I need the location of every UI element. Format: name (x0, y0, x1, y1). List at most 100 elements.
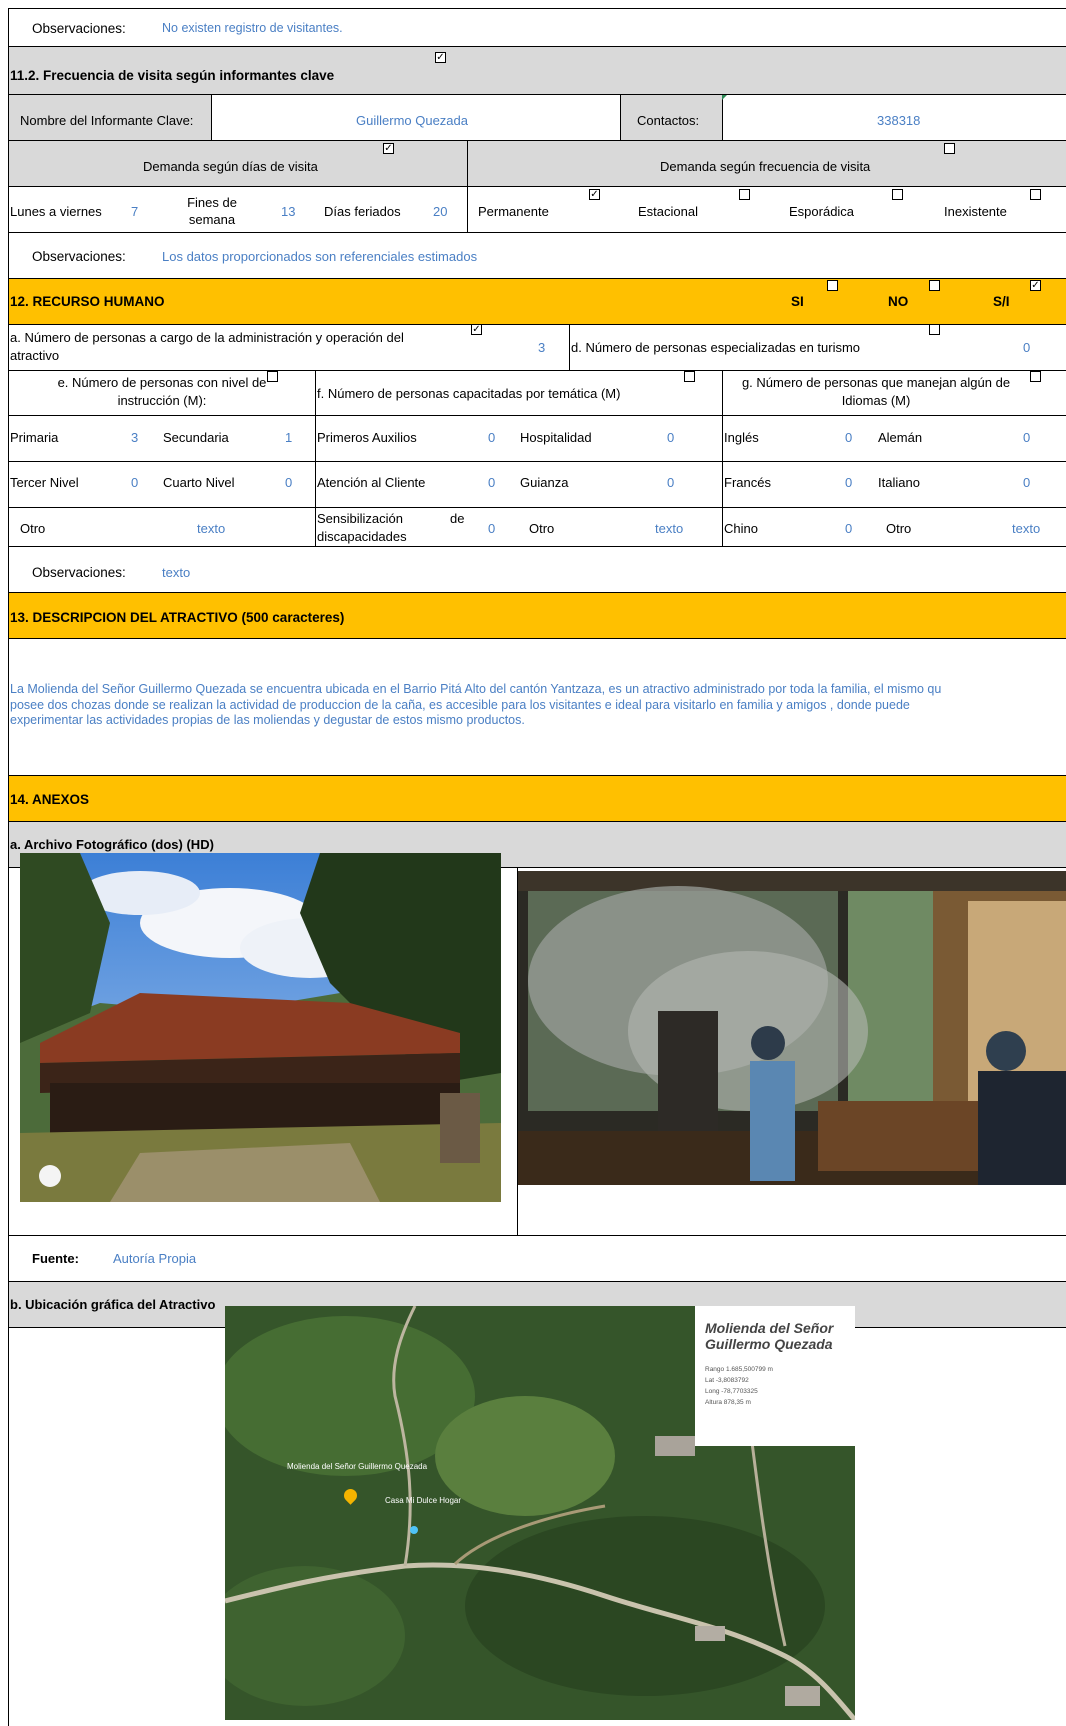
map-card-title-2: Guillermo Quezada (705, 1336, 833, 1352)
a-value: 3 (538, 340, 546, 355)
fuente-label: Fuente: (32, 1251, 79, 1266)
d-value: 0 (1023, 340, 1031, 355)
fuente-value: Autoría Propia (113, 1251, 197, 1266)
checkbox-si[interactable] (827, 280, 838, 291)
sensibilizacion-de: de (450, 511, 465, 526)
ingles-label: Inglés (724, 430, 759, 445)
italiano-value: 0 (1023, 475, 1031, 490)
obs-12-label: Observaciones: (32, 565, 126, 580)
a-label-1: a. Número de personas a cargo de la admi… (10, 330, 404, 345)
hospitalidad-label: Hospitalidad (520, 430, 592, 445)
demanda-dias-label: Demanda según días de visita (143, 159, 318, 174)
obs-11-2-label: Observaciones: (32, 249, 126, 264)
section-12-title: 12. RECURSO HUMANO (10, 294, 165, 309)
atencion-label: Atención al Cliente (317, 475, 426, 490)
freq-estacional: Estacional (638, 204, 698, 219)
si-sin-info-label: S/I (993, 294, 1010, 309)
feriados-label: Días feriados (324, 204, 401, 219)
hospitalidad-value: 0 (667, 430, 675, 445)
fines-label-1: Fines de (187, 195, 237, 210)
descripcion-line-2: posee dos chozas donde se realizan la ac… (10, 697, 910, 712)
lunes-label: Lunes a viernes (10, 204, 102, 219)
otro-f-value: texto (655, 521, 684, 536)
checkbox-no[interactable] (929, 280, 940, 291)
frances-label: Francés (724, 475, 771, 490)
section-11-2-title: 11.2. Frecuencia de visita según informa… (10, 68, 335, 83)
cuarto-value: 0 (285, 475, 293, 490)
obs-11-2-value: Los datos proporcionados son referencial… (162, 249, 478, 264)
photo-interior-image (518, 871, 1066, 1185)
obs-12-value: texto (162, 565, 191, 580)
checkbox-demanda-frecuencia[interactable] (944, 143, 955, 154)
guianza-value: 0 (667, 475, 675, 490)
photo-hut-image (20, 853, 501, 1202)
otro-f-label: Otro (529, 521, 555, 536)
checkbox-demanda-dias[interactable]: ✓ (383, 143, 394, 154)
frances-value: 0 (845, 475, 853, 490)
checkbox-estacional[interactable] (739, 189, 750, 200)
map-pin-label: Molienda del Señor Guillermo Quezada (287, 1462, 428, 1471)
checkbox-11-2-checked[interactable]: ✓ (435, 52, 446, 63)
demanda-frecuencia-label: Demanda según frecuencia de visita (660, 159, 871, 174)
guianza-label: Guianza (520, 475, 569, 490)
map-card-title-1: Molienda del Señor (705, 1320, 834, 1336)
freq-esporadica: Esporádica (789, 204, 855, 219)
checkbox-inexistente[interactable] (1030, 189, 1041, 200)
checkbox-g[interactable] (1030, 371, 1041, 382)
cell-marker-icon (722, 95, 727, 100)
sensibilizacion-label-1: Sensibilización (317, 511, 403, 526)
tercer-value: 0 (131, 475, 139, 490)
fines-label-2: semana (188, 212, 236, 227)
si-label: SI (791, 294, 804, 309)
freq-inexistente: Inexistente (944, 204, 1007, 219)
section-14-header (9, 776, 1066, 821)
tercer-label: Tercer Nivel (10, 475, 79, 490)
aleman-label: Alemán (878, 430, 923, 445)
photo-interior (518, 871, 1066, 1185)
checkbox-a[interactable]: ✓ (471, 324, 482, 335)
map-card-lat: Lat -3,8083792 (705, 1377, 749, 1384)
no-label: NO (888, 294, 909, 309)
checkbox-permanente[interactable]: ✓ (589, 189, 600, 200)
checkbox-d[interactable] (929, 324, 940, 335)
otro-e-value: texto (197, 521, 226, 536)
cuarto-label: Cuarto Nivel (163, 475, 235, 490)
d-label: d. Número de personas especializadas en … (571, 340, 861, 355)
otro-g-value: texto (1012, 521, 1041, 536)
checkbox-sin-info[interactable]: ✓ (1030, 280, 1041, 291)
lunes-value: 7 (131, 204, 139, 219)
contactos-label: Contactos: (637, 113, 700, 128)
primeros-label: Primeros Auxilios (317, 430, 417, 445)
map-info-card: Molienda del Señor Guillermo Quezada Ran… (695, 1306, 855, 1446)
checkbox-esporadica[interactable] (892, 189, 903, 200)
checkbox-f[interactable] (684, 371, 695, 382)
chino-label: Chino (724, 521, 758, 536)
a-label-2: atractivo (10, 348, 60, 363)
fines-value: 13 (281, 204, 296, 219)
freq-permanente: Permanente (478, 204, 549, 219)
g-label-2: Idiomas (M) (841, 393, 911, 408)
map-place-label: Casa Mi Dulce Hogar (385, 1496, 462, 1505)
informante-label: Nombre del Informante Clave: (20, 113, 194, 128)
aleman-value: 0 (1023, 430, 1031, 445)
photo-hut (20, 853, 501, 1202)
checkbox-e[interactable] (267, 371, 278, 382)
map-card-long: Long -78,7703325 (705, 1388, 758, 1395)
map-location-dot-icon (410, 1526, 418, 1534)
section-13-title: 13. DESCRIPCION DEL ATRACTIVO (500 carac… (10, 610, 345, 625)
primaria-label: Primaria (10, 430, 59, 445)
sensibilizacion-label-2: discapacidades (317, 529, 407, 544)
descripcion-line-1: La Molienda del Señor Guillermo Quezada … (10, 682, 942, 696)
descripcion-line-3: experimentar las actividades propias de … (10, 713, 525, 728)
feriados-value: 20 (433, 204, 448, 219)
g-label-1: g. Número de personas que manejan algún … (741, 375, 1011, 390)
chino-value: 0 (845, 521, 853, 536)
ingles-value: 0 (845, 430, 853, 445)
obs-visitantes-value: No existen registro de visitantes. (162, 21, 343, 35)
secundaria-value: 1 (285, 430, 293, 445)
map-card-altura: Altura 878,35 m (705, 1399, 751, 1406)
primaria-value: 3 (131, 430, 139, 445)
secundaria-label: Secundaria (163, 430, 229, 445)
map-image: Molienda del Señor Guillermo Quezada Cas… (225, 1306, 855, 1720)
map-card-rango: Rango 1.685,500799 m (705, 1366, 773, 1373)
